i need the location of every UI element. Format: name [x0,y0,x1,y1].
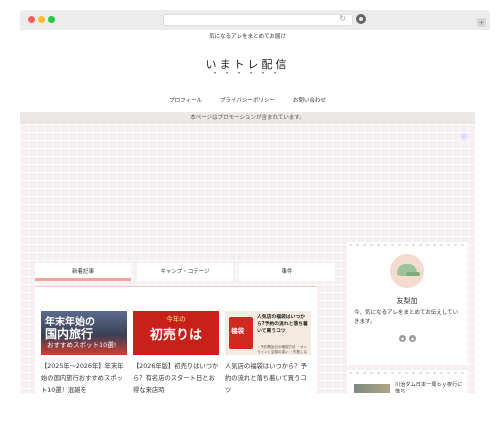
article-card[interactable]: 今年の 初売りは 【2026年版】初売りはいつから？有名店のスタート日とお得な来… [133,311,219,393]
nav-item-profile[interactable]: プロフィール [169,96,202,104]
article-thumbnail[interactable]: 今年の 初売りは [133,311,219,355]
address-bar[interactable]: ↻ [163,14,353,26]
article-thumbnail[interactable]: 年末年始の 国内旅行 おすすめスポット10選! [41,311,127,355]
site-tagline: 気になるアレをまとめてお届け [209,34,286,40]
recent-post-title[interactable]: 川治ダム日本一周ｂｙ夜行に落ち [395,382,465,393]
extension-icon[interactable] [356,14,366,24]
global-nav: プロフィール プライバシーポリシー お問い合わせ [20,96,475,104]
thumbnail-text: 福袋 [231,327,244,335]
avatar [390,254,424,288]
article-title[interactable]: 【2026年版】初売りはいつから？有名店のスタート日とお得な来店時 [133,361,219,393]
nav-item-privacy-policy[interactable]: プライバシーポリシー [220,96,275,104]
thumbnail-text: 今年の [166,315,186,323]
nav-item-contact[interactable]: お問い合わせ [293,96,326,104]
zoom-window-button[interactable] [48,16,55,23]
article-card[interactable]: 福袋 人気店の福袋はいつから?予約の流れと落ち着いて買うコツ ・予約開始日の確認… [225,311,311,393]
article-title[interactable]: 【2025年～2026年】年末年始の国内旅行おすすめスポット10選！混雑を [41,361,127,393]
recent-posts-widget: 川治ダム日本一周ｂｙ夜行に落ち [347,370,467,393]
feedly-icon[interactable]: ◆ [399,335,406,342]
minimize-window-button[interactable] [38,16,45,23]
recent-post-thumbnail[interactable] [354,384,390,393]
widget-dots-border [347,370,467,376]
promotion-notice: 本ページはプロモーションが含まれています。 [20,112,475,124]
profile-description: 今、気になるアレをまとめてお伝えしていきます。 [354,310,459,325]
profile-widget: 友梨加 今、気になるアレをまとめてお伝えしていきます。 ◆ ◆ [347,242,467,365]
article-tabs: 新着記事 キャンプ・コテージ 事件 [35,263,335,281]
title-dots: ・・・・・・ [211,69,284,77]
tab-incidents[interactable]: 事件 [239,263,335,281]
article-title[interactable]: 人気店の福袋はいつから？予約の流れと落ち着いて買うコツ [225,361,311,393]
close-window-button[interactable] [28,16,35,23]
ad-info-icon[interactable]: ⓘ [459,134,469,141]
rss-icon[interactable]: ◆ [409,335,416,342]
thumbnail-text: ・予約開始日の確認方法 ・オンラインと店頭の違い ・失敗しないコツ [257,345,308,354]
browser-toolbar: ↻ + [20,10,490,30]
cap-brim-icon [406,272,420,276]
social-links: ◆ ◆ [399,335,416,342]
article-list: 年末年始の 国内旅行 おすすめスポット10選! 【2025年～2026年】年末年… [35,291,317,393]
tab-new-articles[interactable]: 新着記事 [35,263,131,281]
reload-icon[interactable]: ↻ [339,14,346,23]
article-card[interactable]: 年末年始の 国内旅行 おすすめスポット10選! 【2025年～2026年】年末年… [41,311,127,393]
web-page: 気になるアレをまとめてお届け いまトレ配信 ・・・・・・ プロフィール プライバ… [20,30,475,393]
article-thumbnail[interactable]: 福袋 人気店の福袋はいつから?予約の流れと落ち着いて買うコツ ・予約開始日の確認… [225,311,311,355]
profile-name: 友梨加 [396,297,418,305]
thumbnail-text: おすすめスポット10選! [47,341,117,349]
widget-dots-border [347,242,467,248]
tab-camp-cottage[interactable]: キャンプ・コテージ [137,263,233,281]
thumbnail-text: 人気店の福袋はいつから?予約の流れと落ち着いて買うコツ [257,315,308,334]
thumbnail-text: 初売りは [149,328,202,343]
plus-icon[interactable]: + [477,18,486,27]
